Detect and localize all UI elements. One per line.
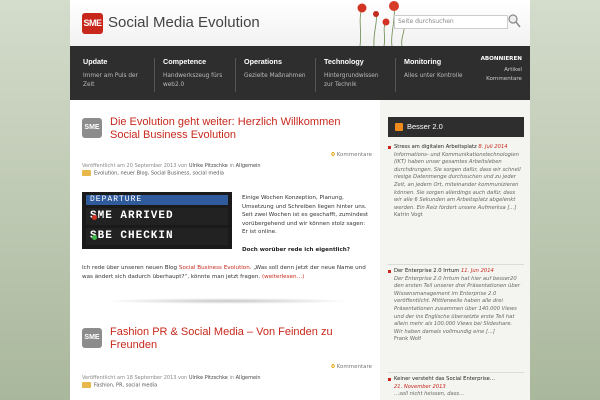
post-meta: Veröffentlicht am 18 September 2013 von … [82, 375, 261, 381]
page-background-left [0, 0, 70, 400]
subscribe-menu: ABONNIEREN Artikel Kommentare [481, 56, 522, 84]
post-badge: SME [82, 328, 102, 348]
nav-subtitle: Gezielte Maßnahmen [244, 73, 306, 79]
subscribe-articles-link[interactable]: Artikel [481, 66, 522, 75]
feed-item-link[interactable]: Stress am digitalen Arbeitsplatz [394, 144, 477, 150]
rss-icon[interactable] [395, 123, 403, 131]
tag-links[interactable]: Fashion, PR, social media [94, 383, 157, 389]
post-article: SME Fashion PR & Social Media – Von Fein… [82, 326, 372, 400]
nav-divider [315, 58, 316, 92]
nav-divider [395, 58, 396, 92]
page-background-right [530, 0, 600, 400]
nav-subtitle: Alles unter Kontrolle [404, 73, 463, 79]
feed-item-date: 21. November 2013 [394, 383, 446, 390]
feed-item: Keiner versteht das Social Enterprise… 2… [388, 376, 522, 399]
author-link[interactable]: Ulrike Pitzschke [189, 163, 228, 169]
post-title-link[interactable]: Fashion PR & Social Media – Von Feinden … [110, 326, 370, 352]
feed-item-date: 11. Jun 2014 [460, 268, 494, 274]
post-tags: Evolution, neuer Blog, Social Business, … [82, 170, 224, 177]
bullet-icon [388, 270, 391, 273]
board-row: SBE CHECKIN [86, 228, 228, 245]
tag-links[interactable]: Evolution, neuer Blog, Social Business, … [94, 171, 224, 177]
post-badge: SME [82, 118, 102, 138]
nav-item-monitoring[interactable]: Monitoring Alles unter Kontrolle [404, 46, 476, 100]
nav-item-competence[interactable]: Competence Handwerkszeug fürs web2.0 [163, 46, 233, 100]
search-input[interactable]: Seite durchsuchen [394, 15, 508, 29]
feed-item-author: Katrin Vogt [394, 212, 423, 219]
nav-title: Operations [244, 57, 282, 66]
nav-subtitle: Hintergrundwissen zur Technik [324, 73, 379, 88]
feed-item-author: Frank Wolf [394, 336, 422, 343]
bullet-icon [388, 378, 391, 381]
category-link[interactable]: Allgemein [236, 375, 261, 381]
post-tags: Fashion, PR, social media [82, 382, 157, 389]
nav-subtitle: Handwerkszeug fürs web2.0 [163, 73, 223, 88]
bullet-icon [388, 146, 391, 149]
widget-header: Besser 2.0 [388, 117, 524, 137]
nav-title: Competence [163, 57, 207, 66]
site-header: SME Social Media Evolution Seite durchsu… [70, 0, 530, 46]
read-more-link[interactable]: (weiterlesen…) [262, 274, 304, 280]
feed-item: Stress am digitalen Arbeitsplatz 8. Juli… [388, 144, 522, 220]
post-title-link[interactable]: Die Evolution geht weiter: Herzlich Will… [110, 116, 370, 142]
sidebar: Besser 2.0 Stress am digitalen Arbeitspl… [380, 100, 530, 400]
post-divider [102, 298, 352, 304]
site-logo[interactable]: SME [82, 13, 103, 34]
post-excerpt: Einige Wochen Konzeption, Planung, Umset… [242, 195, 369, 253]
status-light-green [92, 235, 97, 240]
board-header: DEPARTURE [86, 195, 228, 205]
nav-title: Technology [324, 57, 364, 66]
nav-title: Monitoring [404, 57, 442, 66]
nav-item-technology[interactable]: Technology Hintergrundwissen zur Technik [324, 46, 394, 100]
nav-item-operations[interactable]: Operations Gezielte Maßnahmen [244, 46, 316, 100]
nav-divider [154, 58, 155, 92]
nav-divider [235, 58, 236, 92]
feed-item-description: Informations- und Kommunikationstechnolo… [394, 151, 521, 211]
post-body: Ich rede über unseren neuen Blog Social … [82, 265, 366, 280]
nav-item-update[interactable]: Update Immer am Puls der Zeit [83, 46, 153, 100]
subscribe-comments-link[interactable]: Kommentare [481, 75, 522, 84]
folder-icon [82, 170, 91, 176]
main-navigation: Update Immer am Puls der Zeit Competence … [70, 46, 530, 100]
post-meta: Veröffentlicht am 20 September 2013 von … [82, 163, 261, 169]
feed-item-link[interactable]: Keiner versteht das Social Enterprise… [394, 376, 495, 382]
blog-link[interactable]: Social Business Evolution [179, 265, 250, 271]
nav-title: Update [83, 57, 108, 66]
site-title[interactable]: Social Media Evolution [108, 14, 260, 31]
widget-title[interactable]: Besser 2.0 [407, 122, 443, 131]
folder-icon [82, 382, 91, 388]
subscribe-title: ABONNIEREN [480, 56, 522, 62]
board-row: SME ARRIVED [86, 208, 228, 225]
author-link[interactable]: Ulrike Pitzschke [189, 375, 228, 381]
feed-item-date: 8. Juli 2014 [478, 144, 508, 150]
feed-divider [388, 264, 524, 265]
feed-item: Der Enterprise 2.0 Irrtum 11. Jun 2014 D… [388, 268, 522, 344]
feed-item-description: Der Enterprise 2.0 Irrtum hat hier auf b… [394, 275, 520, 335]
category-link[interactable]: Allgemein [236, 163, 261, 169]
page-container: SME Social Media Evolution Seite durchsu… [70, 0, 530, 400]
feed-item-link[interactable]: Der Enterprise 2.0 Irrtum [394, 268, 459, 274]
nav-subtitle: Immer am Puls der Zeit [83, 73, 139, 88]
post-article: SME Die Evolution geht weiter: Herzlich … [82, 116, 372, 308]
feed-item-description: …soll nicht heissen, dass… [394, 391, 465, 398]
departure-board-image: DEPARTURE SME ARRIVED SBE CHECKIN [82, 192, 232, 249]
feed-divider [388, 372, 524, 373]
search-icon[interactable] [507, 13, 521, 29]
comments-link[interactable]: 0 Kommentare [331, 364, 372, 370]
comments-link[interactable]: 0 Kommentare [331, 152, 372, 158]
status-light-red [92, 215, 97, 220]
content-area: SME Die Evolution geht weiter: Herzlich … [70, 100, 380, 400]
